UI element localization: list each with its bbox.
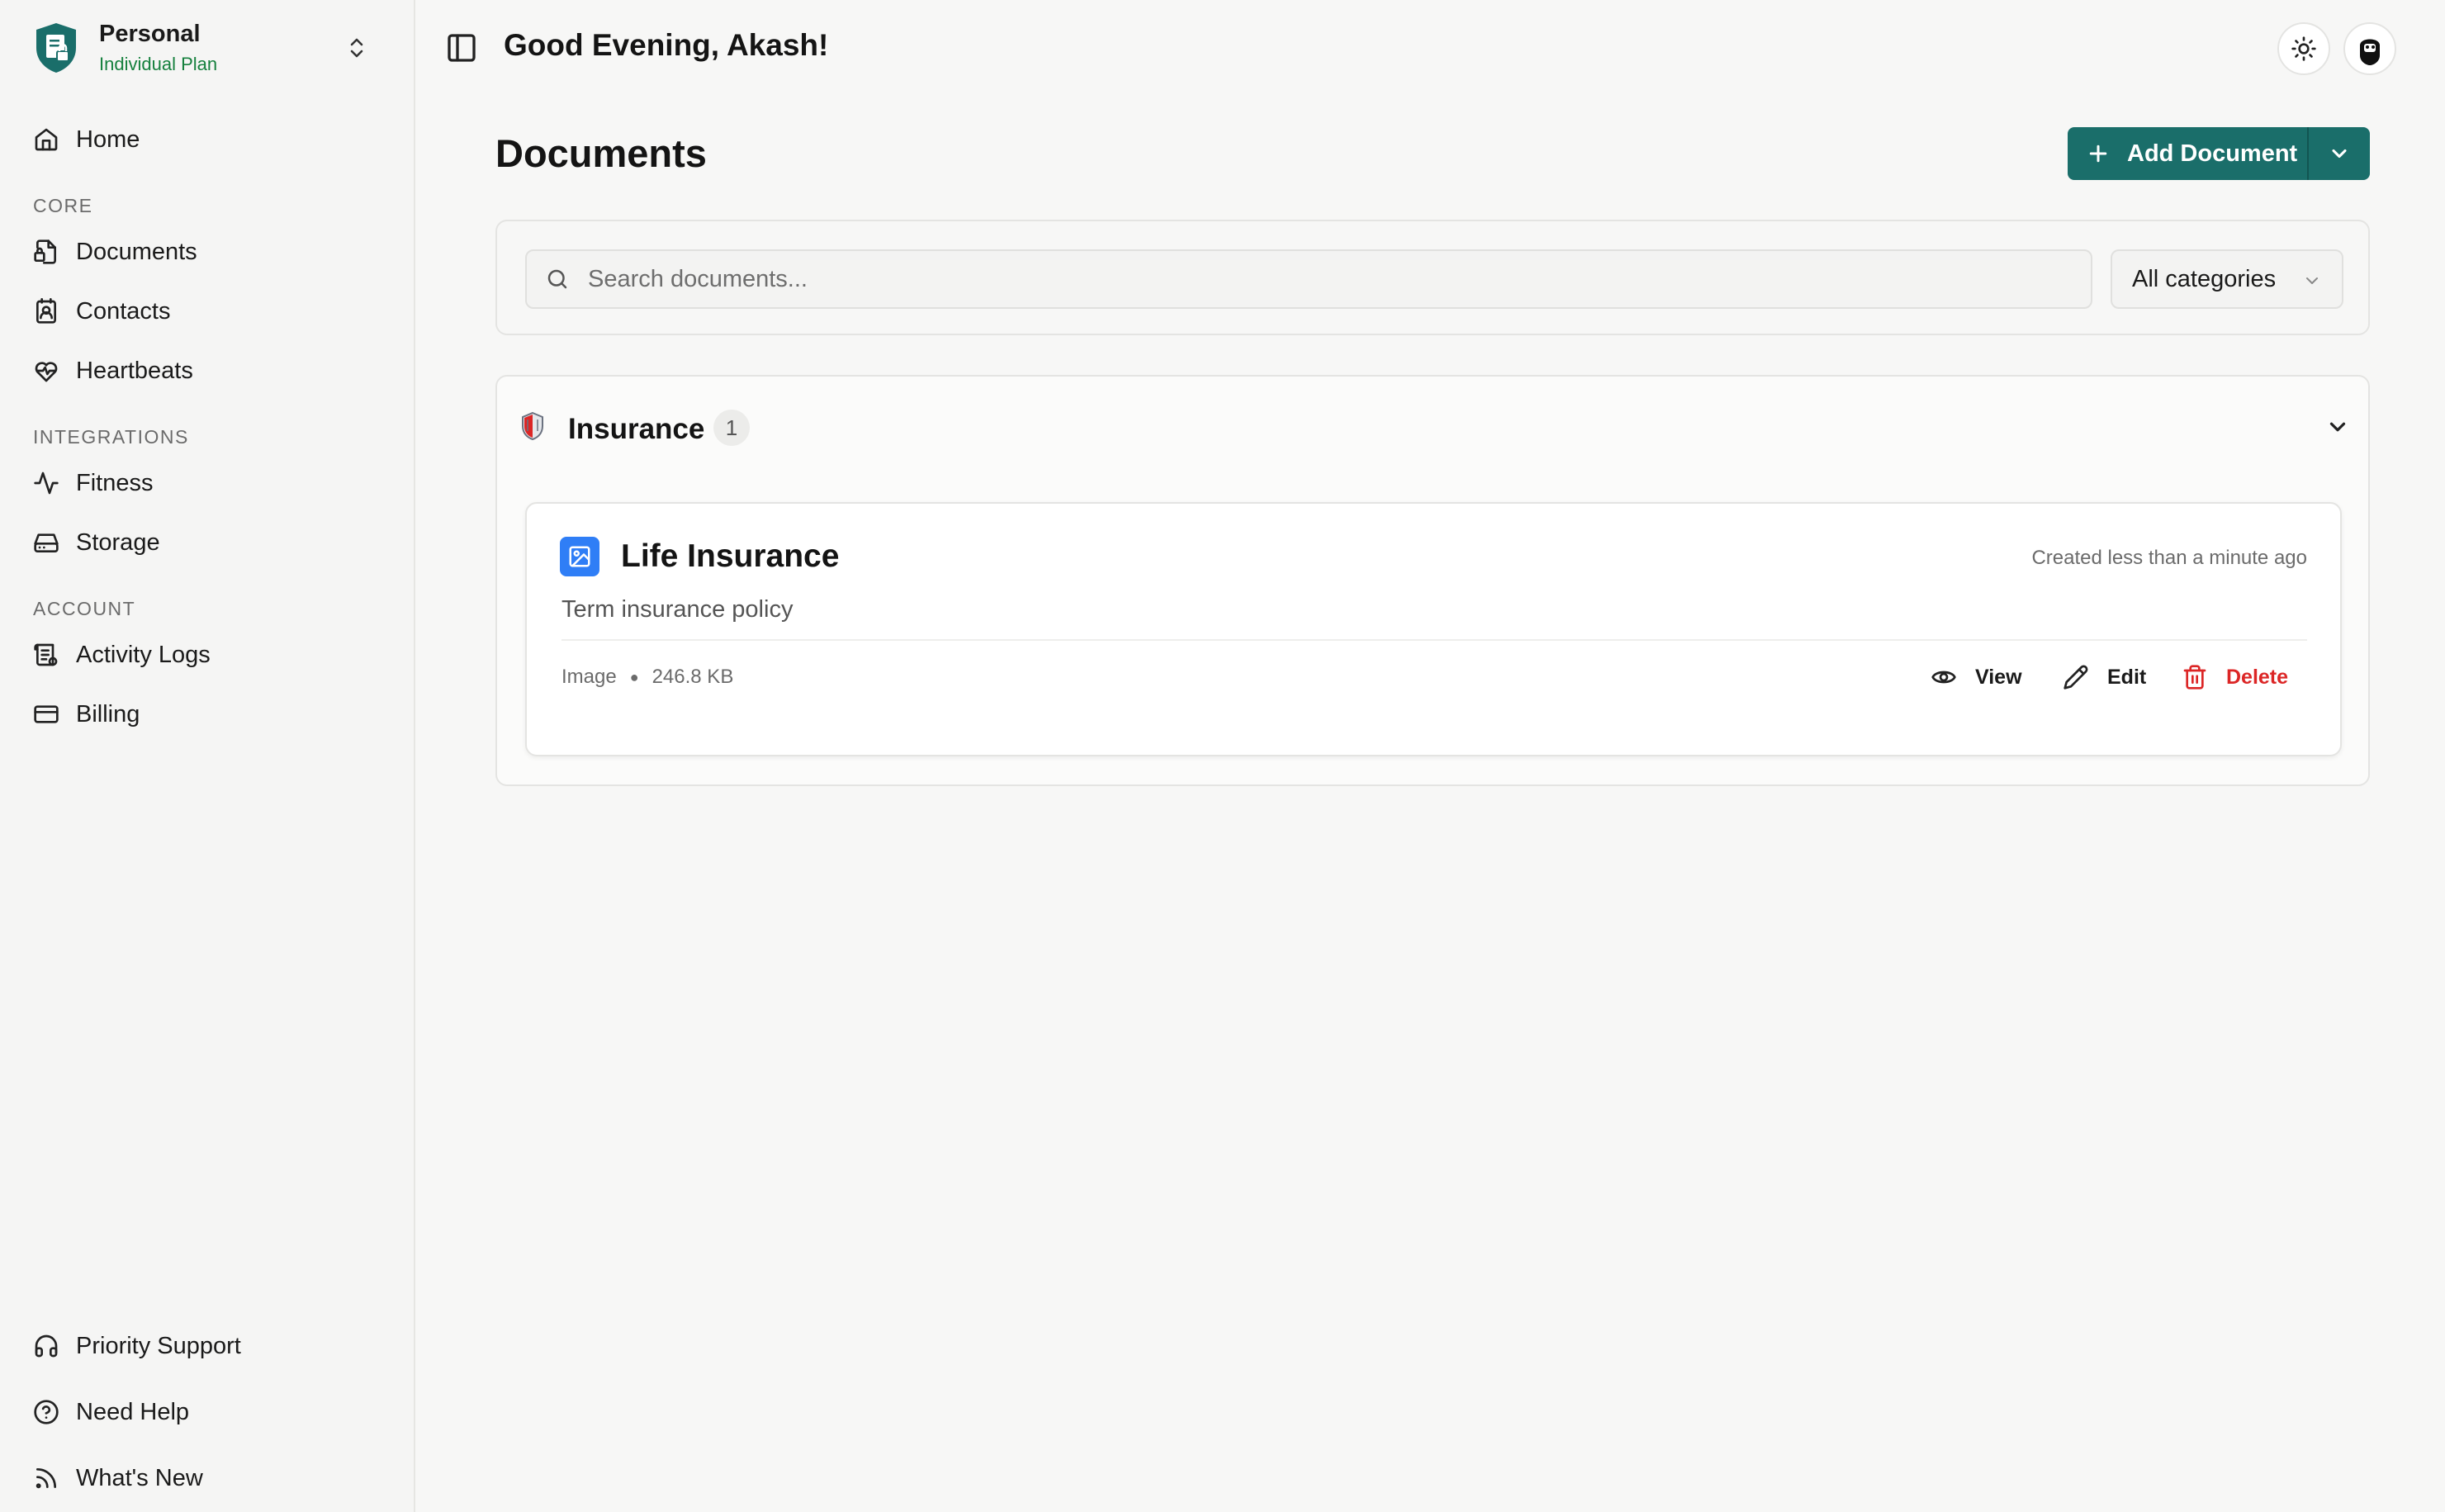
plus-icon [2089,145,2107,163]
edit-button[interactable]: Edit [2063,657,2146,697]
chevron-down-icon [2332,149,2347,159]
divider [561,639,2307,641]
trash-icon [2183,665,2206,690]
group-name: Insurance [568,413,705,445]
eye-icon [1931,671,1956,684]
category-select[interactable]: All categories [2111,249,2343,309]
document-meta: Image ● 246.8 KB [561,666,733,689]
document-created-time: Created less than a minute ago [2031,547,2307,569]
document-group-insurance: Insurance 1 Life Insurance Created less … [495,375,2370,786]
sidebar-item-label: Contacts [76,297,171,325]
shield-icon [522,411,543,441]
image-file-icon [560,537,599,576]
sidebar-item-label: What's New [76,1464,203,1491]
search-box[interactable] [525,249,2092,309]
add-document-label: Add Document [2127,140,2298,167]
view-button[interactable]: View [1931,657,2022,697]
workspace-name: Personal [99,21,201,47]
sidebar-item-activity-logs[interactable]: Activity Logs [21,630,393,680]
file-lock-icon [34,239,56,264]
sidebar-item-label: Heartbeats [76,357,193,384]
hard-drive-icon [34,533,59,552]
contact-icon [36,298,56,324]
logs-icon [34,643,58,666]
search-icon [547,269,567,289]
nav-section-account: ACCOUNT [33,598,136,619]
heart-pulse-icon [35,362,58,382]
workspace-plan: Individual Plan [99,54,218,74]
user-avatar[interactable] [2343,22,2396,75]
delete-label: Delete [2226,665,2289,689]
sidebar-item-documents[interactable]: Documents [21,227,393,277]
view-label: View [1975,665,2022,689]
home-icon [35,128,58,151]
search-input[interactable] [588,265,2074,293]
page-title: Documents [495,131,707,175]
category-select-value: All categories [2132,265,2277,292]
sidebar-item-label: Home [76,126,140,153]
add-document-button[interactable]: Add Document [2068,127,2309,180]
sidebar-item-need-help[interactable]: Need Help [21,1387,393,1437]
document-description: Term insurance policy [561,596,794,623]
sidebar-item-label: Fitness [76,469,154,496]
workspace-switcher[interactable]: Personal Individual Plan [33,17,380,79]
sidebar-item-contacts[interactable]: Contacts [21,287,393,336]
sidebar-item-billing[interactable]: Billing [21,690,393,739]
avatar-icon [2353,31,2387,66]
sidebar: Personal Individual Plan Home CORE Docum… [0,0,415,1512]
group-count-badge: 1 [713,410,750,446]
sidebar-item-label: Documents [76,238,197,265]
help-circle-icon [34,1400,59,1424]
nav-section-core: CORE [33,195,93,216]
document-type: Image [561,666,617,688]
sidebar-item-whats-new[interactable]: What's New [21,1453,393,1503]
sidebar-item-label: Storage [76,528,160,556]
rss-icon [36,1468,56,1489]
activity-icon [34,472,59,495]
separator-dot: ● [629,668,639,685]
filter-panel: All categories [495,220,2370,335]
nav-section-integrations: INTEGRATIONS [33,426,189,448]
sidebar-item-home[interactable]: Home [21,115,393,164]
theme-toggle-button[interactable] [2277,22,2330,75]
sidebar-item-label: Need Help [76,1398,190,1425]
workspace-logo-icon [36,23,76,73]
chevrons-up-down-icon [350,38,363,58]
document-card[interactable]: Life Insurance Created less than a minut… [525,502,2342,756]
edit-label: Edit [2107,665,2147,689]
group-header[interactable]: Insurance 1 [497,377,2368,476]
headphones-icon [35,1334,58,1358]
sun-icon [2291,36,2316,61]
top-bar: Good Evening, Akash! [415,0,2445,96]
add-document-dropdown-button[interactable] [2309,127,2370,180]
sidebar-item-fitness[interactable]: Fitness [21,458,393,508]
document-title: Life Insurance [621,538,840,574]
pencil-icon [2064,665,2088,690]
chevron-down-icon [2329,422,2346,432]
sidebar-toggle-icon[interactable] [445,31,478,64]
sidebar-item-heartbeats[interactable]: Heartbeats [21,346,393,396]
sidebar-item-label: Billing [76,700,140,728]
sidebar-item-label: Priority Support [76,1332,241,1359]
sidebar-item-priority-support[interactable]: Priority Support [21,1321,393,1371]
add-document-split-button: Add Document [2068,127,2370,180]
delete-button[interactable]: Delete [2182,657,2288,697]
sidebar-item-storage[interactable]: Storage [21,518,393,567]
document-size: 246.8 KB [652,666,734,688]
greeting-text: Good Evening, Akash! [504,28,829,62]
credit-card-icon [34,705,59,723]
sidebar-item-label: Activity Logs [76,641,211,668]
chevron-down-icon [2306,277,2318,284]
